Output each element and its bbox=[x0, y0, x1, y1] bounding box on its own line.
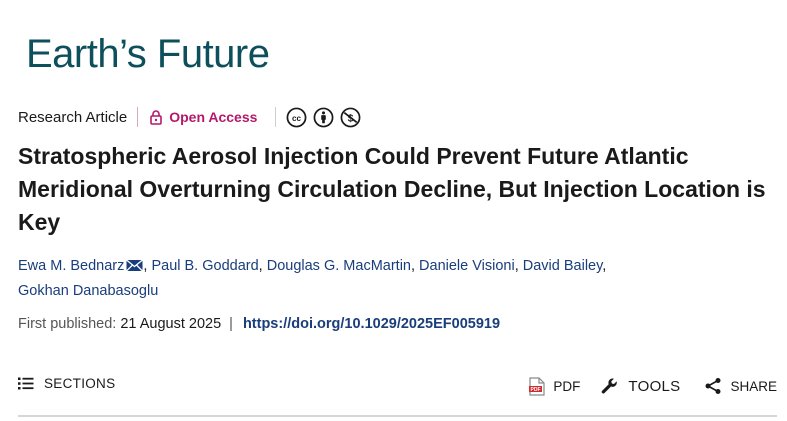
author-link[interactable]: Gokhan Danabasoglu bbox=[18, 283, 158, 299]
svg-text:cc: cc bbox=[292, 113, 302, 122]
pdf-icon: PDF bbox=[529, 376, 546, 396]
author-link[interactable]: Daniele Visioni bbox=[419, 258, 515, 274]
license-divider bbox=[275, 107, 277, 127]
author-link[interactable]: Paul B. Goddard bbox=[151, 258, 258, 274]
open-access-label[interactable]: Open Access bbox=[169, 109, 257, 125]
article-toolbar: SECTIONS PDF PDF TOOLS SHARE bbox=[18, 376, 777, 400]
author-separator: , bbox=[514, 258, 523, 274]
email-icon[interactable] bbox=[126, 257, 144, 280]
tools-button[interactable]: TOOLS bbox=[600, 376, 680, 396]
publication-separator: | bbox=[229, 316, 233, 332]
doi-link[interactable]: https://doi.org/10.1029/2025EF005919 bbox=[243, 316, 500, 332]
attribution-icon bbox=[313, 107, 334, 127]
license-icons[interactable]: cc $ bbox=[286, 107, 361, 128]
author-link[interactable]: David Bailey bbox=[523, 258, 603, 274]
author-separator: , bbox=[410, 258, 420, 274]
tools-label: TOOLS bbox=[628, 377, 681, 395]
author-link[interactable]: Ewa M. Bednarz bbox=[18, 258, 124, 274]
non-commercial-icon: $ bbox=[340, 107, 361, 127]
creative-commons-icon: cc bbox=[286, 107, 307, 127]
publication-date: 21 August 2025 bbox=[120, 316, 222, 332]
pdf-label: PDF bbox=[553, 378, 581, 394]
journal-logo[interactable]: Earth’s Future bbox=[26, 32, 270, 76]
lock-icon bbox=[150, 109, 163, 125]
toolbar-divider bbox=[18, 415, 777, 417]
share-label: SHARE bbox=[730, 378, 777, 394]
sections-label: SECTIONS bbox=[44, 376, 116, 391]
svg-text:PDF: PDF bbox=[531, 387, 541, 393]
article-meta-row: Research Article Open Access cc $ bbox=[18, 105, 361, 129]
author-list: Ewa M. Bednarz, Paul B. Goddard, Douglas… bbox=[18, 255, 718, 303]
first-published-label: First published: bbox=[18, 316, 117, 332]
share-button[interactable]: SHARE bbox=[704, 377, 777, 395]
share-icon bbox=[705, 378, 721, 394]
pdf-button[interactable]: PDF PDF bbox=[529, 376, 581, 396]
article-title: Stratospheric Aerosol Injection Could Pr… bbox=[18, 143, 766, 235]
toolbar-actions: PDF PDF TOOLS SHARE bbox=[529, 376, 777, 396]
author-link[interactable]: Douglas G. MacMartin bbox=[267, 258, 411, 274]
meta-divider bbox=[137, 107, 139, 127]
list-icon bbox=[18, 377, 34, 390]
article-type: Research Article bbox=[18, 108, 128, 126]
sections-button[interactable]: SECTIONS bbox=[18, 376, 115, 391]
wrench-icon bbox=[602, 378, 618, 394]
publication-info: First published: 21 August 2025 | https://… bbox=[18, 316, 500, 332]
author-separator: , bbox=[258, 258, 267, 274]
author-separator: , bbox=[602, 258, 607, 274]
